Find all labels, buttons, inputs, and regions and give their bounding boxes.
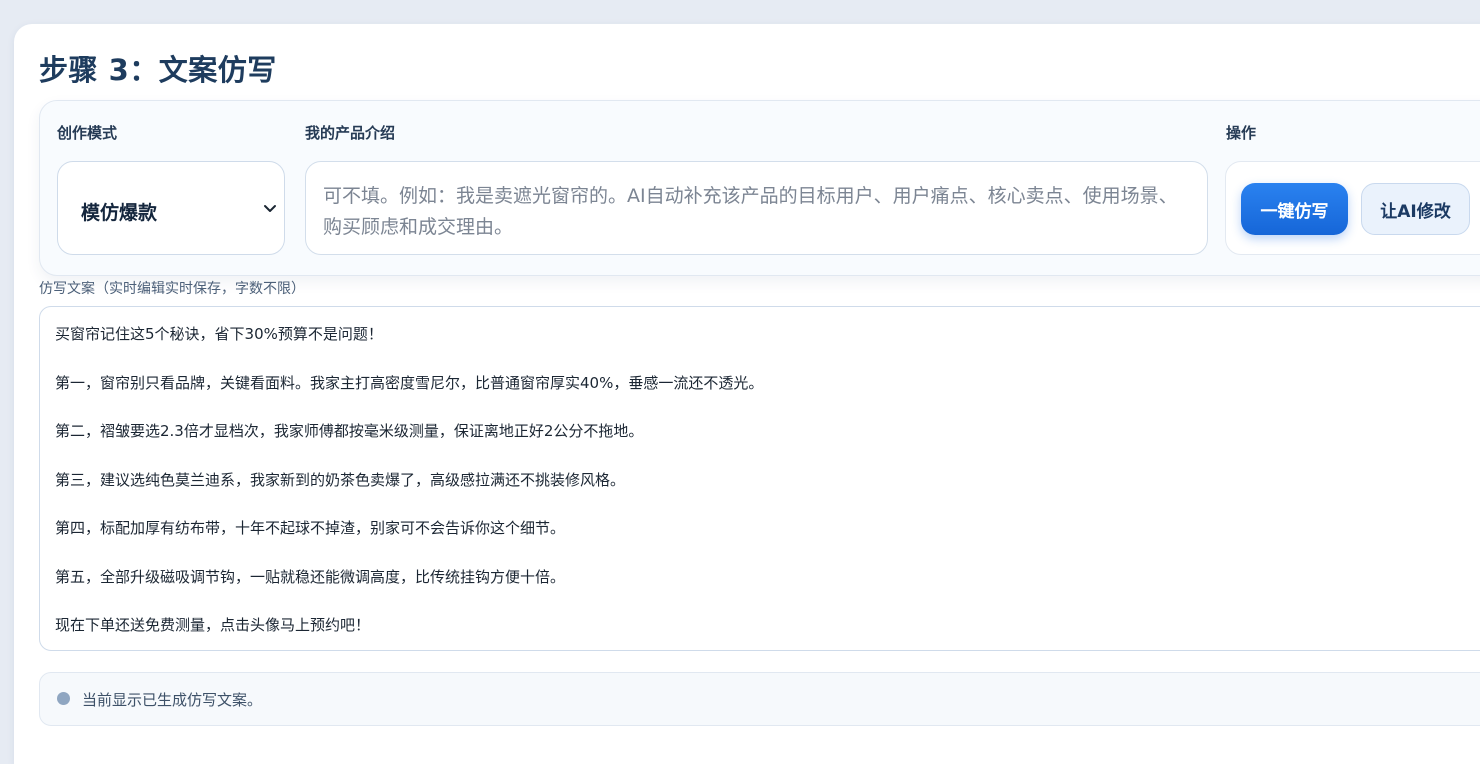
copy-line: 第五，全部升级磁吸调节钩，一贴就稳还能微调高度，比传统挂钩方便十倍。 <box>55 568 566 586</box>
copy-line: 第四，标配加厚有纺布带，十年不起球不掉渣，别家可不会告诉你这个细节。 <box>55 519 566 537</box>
mode-select[interactable]: 模仿爆款 <box>57 161 285 255</box>
mode-select-value: 模仿爆款 <box>81 202 158 224</box>
actions-label: 操作 <box>1226 124 1257 142</box>
chevron-down-icon <box>264 205 276 212</box>
ai-modify-button[interactable]: 让AI修改 <box>1361 183 1470 235</box>
copy-line: 现在下单还送免费测量，点击头像马上预约吧！ <box>55 616 371 634</box>
copy-label: 仿写文案（实时编辑实时保存，字数不限） <box>39 281 305 297</box>
intro-label: 我的产品介绍 <box>305 124 396 142</box>
rewrite-copy-editor[interactable]: 买窗帘记住这5个秘诀，省下30%预算不是问题！ 第一，窗帘别只看品牌，关键看面料… <box>39 306 1480 651</box>
copy-line: 第二，褶皱要选2.3倍才显档次，我家师傅都按毫米级测量，保证离地正好2公分不拖地… <box>55 422 644 440</box>
product-intro-placeholder: 可不填。例如：我是卖遮光窗帘的。AI自动补充该产品的目标用户、用户痛点、核心卖点… <box>323 185 1178 238</box>
one-click-rewrite-button[interactable]: 一键仿写 <box>1241 183 1348 235</box>
status-text: 当前显示已生成仿写文案。 <box>82 691 263 709</box>
copy-line: 第三，建议选纯色莫兰迪系，我家新到的奶茶色卖爆了，高级感拉满还不挑装修风格。 <box>55 471 626 489</box>
mode-label: 创作模式 <box>57 124 118 142</box>
page-title: 步骤 3：文案仿写 <box>39 53 277 87</box>
status-dot-icon <box>57 692 70 705</box>
product-intro-input[interactable]: 可不填。例如：我是卖遮光窗帘的。AI自动补充该产品的目标用户、用户痛点、核心卖点… <box>305 161 1208 255</box>
copy-line: 第一，窗帘别只看品牌，关键看面料。我家主打高密度雪尼尔，比普通窗帘厚实40%，垂… <box>55 374 764 392</box>
copy-line: 买窗帘记住这5个秘诀，省下30%预算不是问题！ <box>55 325 383 343</box>
